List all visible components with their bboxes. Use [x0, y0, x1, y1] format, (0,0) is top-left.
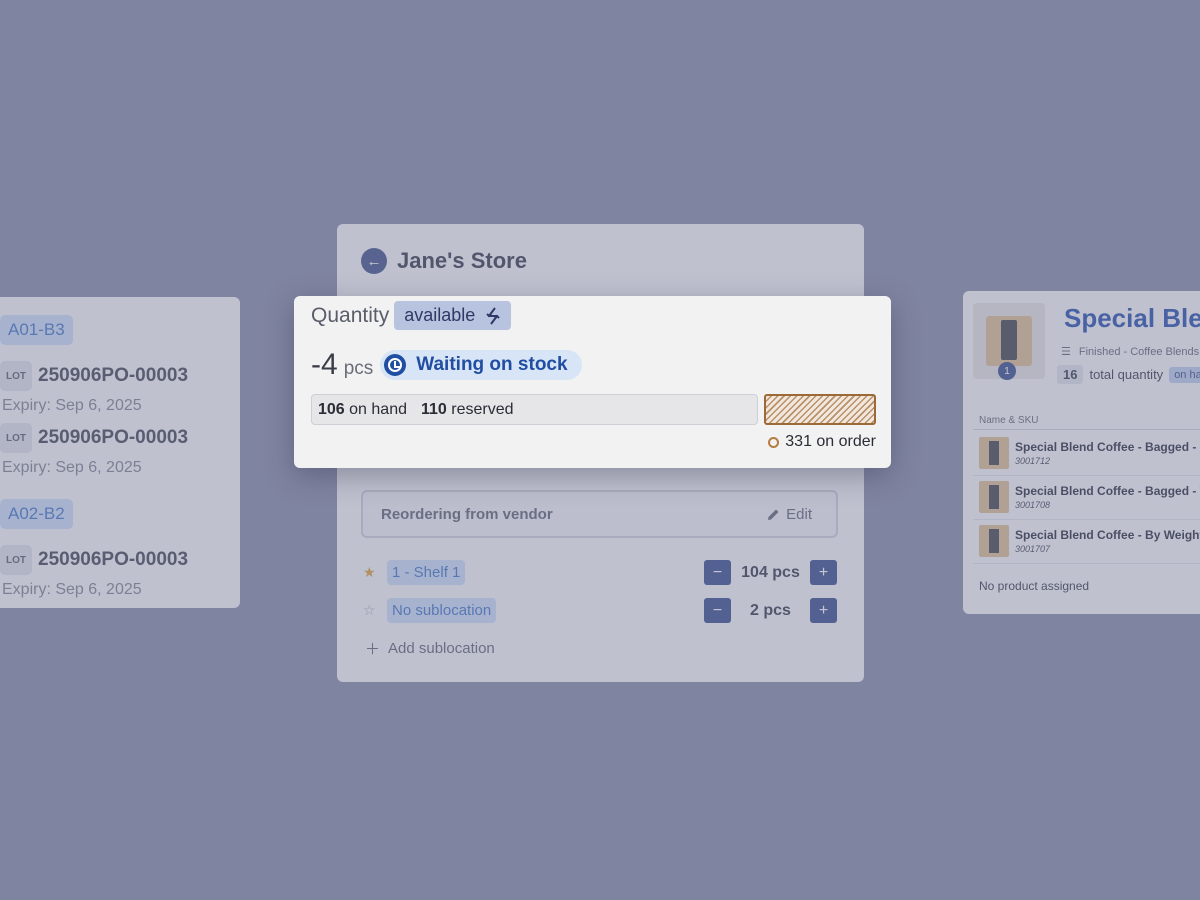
edit-label: Edit — [786, 505, 812, 523]
lot-badge: LOT — [0, 423, 32, 453]
quantity-header: Quantity available — [311, 301, 512, 330]
reserved-number: 110 — [421, 400, 447, 418]
add-sublocation-label: Add sublocation — [388, 640, 495, 657]
product-category: ☰ Finished - Coffee Blends — [1061, 345, 1200, 359]
list-item[interactable]: LOT 250906PO-00003 — [0, 361, 240, 391]
lot-expiry: Expiry: Sep 6, 2025 — [2, 459, 142, 476]
quantity-mode-label: available — [404, 305, 476, 325]
lot-expiry: Expiry: Sep 6, 2025 — [2, 397, 142, 414]
table-row[interactable]: Special Blend Coffee - Bagged - Coarse 3… — [979, 437, 1200, 469]
lot-number: 250906PO-00003 — [38, 365, 189, 386]
product-title: Special Blend Coffee — [1064, 303, 1200, 333]
lot-badge: LOT — [0, 545, 32, 575]
store-header: ← Jane's Store — [361, 248, 527, 274]
add-sublocation-button[interactable]: ＋ Add sublocation — [365, 638, 495, 659]
location-tag[interactable]: A02-B2 — [0, 499, 73, 529]
sublocation-tag[interactable]: No sublocation — [387, 598, 497, 623]
sublocation-tag[interactable]: 1 - Shelf 1 — [387, 560, 466, 585]
on-hand-number: 106 — [318, 400, 345, 418]
table-row[interactable]: Special Blend Coffee - By Weight 3001707 — [979, 525, 1200, 557]
row-sku: 3001707 — [1015, 544, 1051, 554]
quantity-stepper: − 2 pcs + — [704, 598, 837, 623]
quantity-value: 104 pcs — [741, 563, 800, 581]
increment-button[interactable]: + — [810, 560, 837, 585]
plus-icon: ＋ — [365, 641, 381, 658]
sublocation-row: ★ 1 - Shelf 1 − 104 pcs + — [363, 560, 837, 585]
product-card: 1 Special Blend Coffee ☰ Finished - Coff… — [963, 291, 1200, 614]
product-row-thumbnail — [979, 481, 1009, 513]
total-qty-label: total quantity — [1089, 367, 1164, 382]
quantity-popup: Quantity available -4 pcs Waiting on sto… — [294, 296, 891, 468]
star-filled-icon[interactable]: ★ — [363, 564, 387, 581]
status-badge: Waiting on stock — [380, 350, 582, 380]
list-item[interactable]: LOT 250906PO-00003 — [0, 545, 240, 575]
lot-expiry: Expiry: Sep 6, 2025 — [2, 581, 142, 598]
on-hand-pill[interactable]: on hand — [1169, 366, 1200, 383]
row-name: Special Blend Coffee - By Weight — [1015, 528, 1200, 542]
decrement-button[interactable]: − — [704, 560, 731, 585]
divider — [973, 563, 1200, 564]
product-thumbnail[interactable]: 1 — [973, 303, 1045, 380]
list-item[interactable]: LOT 250906PO-00003 — [0, 423, 240, 453]
divider — [973, 519, 1200, 520]
row-name: Special Blend Coffee - Bagged - Coarse — [1015, 440, 1200, 454]
available-unit: pcs — [343, 358, 374, 379]
increment-button[interactable]: + — [810, 598, 837, 623]
on-hand-summary: 106 on hand — [318, 401, 407, 419]
row-sku: 3001712 — [1015, 456, 1051, 466]
reorder-label: Reordering from vendor — [381, 505, 553, 523]
quantity-mode-toggle[interactable]: available — [394, 301, 512, 330]
lot-list-card: A01-B3 LOT 250906PO-00003 Expiry: Sep 6,… — [0, 297, 240, 608]
category-label: Finished - Coffee Blends — [1078, 345, 1200, 358]
on-order-bar — [764, 394, 876, 425]
quantity-label: Quantity — [311, 303, 390, 327]
edit-button[interactable]: Edit — [767, 506, 812, 523]
reserved-label: reserved — [451, 400, 514, 418]
star-outline-icon[interactable]: ☆ — [363, 602, 387, 619]
on-order-text: 331 on order — [785, 433, 876, 450]
lot-number: 250906PO-00003 — [38, 549, 189, 570]
column-header: Name & SKU — [979, 415, 1039, 426]
lot-badge: LOT — [0, 361, 32, 391]
product-quantity: 16 total quantity on hand — [1057, 365, 1200, 384]
on-order-legend: 331 on order — [768, 433, 876, 451]
store-title: Jane's Store — [397, 248, 527, 273]
divider — [973, 475, 1200, 476]
available-quantity: -4 pcs Waiting on stock — [311, 348, 582, 382]
swap-icon — [486, 306, 500, 325]
back-button[interactable]: ← — [361, 248, 387, 274]
pencil-icon — [768, 509, 779, 520]
image-count-badge: 1 — [998, 362, 1016, 380]
table-row[interactable]: Special Blend Coffee - Bagged - Whole 30… — [979, 481, 1200, 513]
total-qty-value: 16 — [1057, 365, 1084, 384]
list-icon: ☰ — [1061, 346, 1071, 358]
quantity-value: 2 pcs — [750, 601, 791, 619]
sublocation-row: ☆ No sublocation − 2 pcs + — [363, 598, 837, 623]
on-hand-label: on hand — [349, 400, 407, 418]
available-value: -4 — [311, 348, 338, 381]
coffee-bag-shape — [1001, 320, 1017, 360]
status-label: Waiting on stock — [416, 354, 568, 375]
arrow-left-icon: ← — [366, 252, 382, 270]
on-order-dot-icon — [768, 436, 780, 448]
quantity-stepper: − 104 pcs + — [704, 560, 837, 585]
location-tag[interactable]: A01-B3 — [0, 315, 73, 345]
row-sku: 3001708 — [1015, 500, 1051, 510]
product-row-thumbnail — [979, 437, 1009, 469]
row-name: Special Blend Coffee - Bagged - Whole — [1015, 484, 1200, 498]
decrement-button[interactable]: − — [704, 598, 731, 623]
reorder-box: Reordering from vendor Edit — [361, 490, 838, 538]
stock-bar: 106 on hand 110 reserved — [311, 394, 758, 425]
clock-icon — [384, 354, 407, 376]
divider — [973, 429, 1200, 430]
reserved-summary: 110 reserved — [421, 401, 514, 419]
product-row-thumbnail — [979, 525, 1009, 557]
no-product-label: No product assigned — [979, 579, 1090, 593]
lot-number: 250906PO-00003 — [38, 427, 189, 448]
coffee-bag-image: 1 — [986, 316, 1032, 380]
